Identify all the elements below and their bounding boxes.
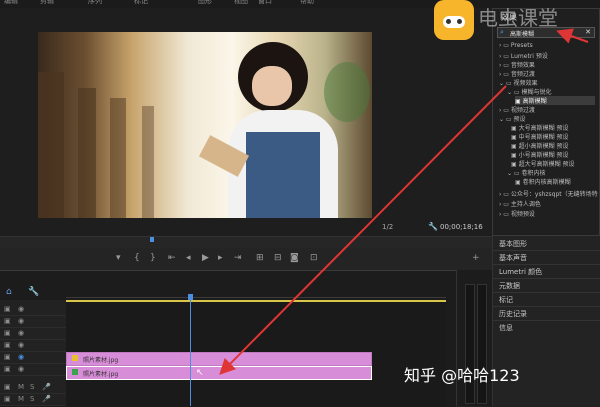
tree-effect-selected[interactable]: ▣ 高斯模糊 xyxy=(515,96,595,105)
menu-item[interactable]: 标记 xyxy=(134,0,148,6)
cursor-icon: ↖ xyxy=(196,368,204,378)
tree-effect[interactable]: ▣ 卷积内核高斯模糊 xyxy=(515,177,571,186)
out-point-icon[interactable]: } xyxy=(150,253,156,263)
panel-tab[interactable]: 基本图形 xyxy=(499,239,527,249)
go-to-in-icon[interactable]: ⇤ xyxy=(168,253,176,263)
track-header[interactable]: ▣ ◉ xyxy=(0,304,66,316)
tree-folder[interactable]: › ▭ Lumetri 预设 xyxy=(499,51,548,60)
tree-effect[interactable]: ▣ 中号高斯模糊 预设 xyxy=(511,132,569,141)
timecode: 00;00;18;16 xyxy=(440,223,483,231)
panel-tab[interactable]: 标记 xyxy=(499,295,513,305)
tree-effect[interactable]: ▣ 大号高斯模糊 预设 xyxy=(511,123,569,132)
audio-track-header[interactable]: ▣ M S 🎤 xyxy=(0,382,66,394)
playhead-handle[interactable] xyxy=(188,294,193,300)
fx-badge-icon xyxy=(72,355,78,361)
tree-effect[interactable]: ▣ 小号高斯模糊 预设 xyxy=(511,150,569,159)
in-point-icon[interactable]: { xyxy=(134,253,140,263)
track-header[interactable]: ▣ ◉ xyxy=(0,316,66,328)
panel-tab[interactable]: 基本声音 xyxy=(499,253,527,263)
play-icon[interactable]: ▶ xyxy=(202,253,209,263)
step-forward-icon[interactable]: ▸ xyxy=(218,253,223,263)
tree-folder[interactable]: › ▭ 公众号：yshzsqpt（无缝转场特 xyxy=(499,189,598,198)
menu-item[interactable]: 帮助 xyxy=(300,0,314,6)
fx-badge-icon xyxy=(72,369,78,375)
timeline-ruler[interactable] xyxy=(66,285,446,298)
extract-icon[interactable]: ⊟ xyxy=(274,253,282,263)
tree-effect[interactable]: ▣ 超大号高斯模糊 预设 xyxy=(511,159,575,168)
effects-panel: 效果 ⌕ 高斯模糊 ✕ › ▭ Presets › ▭ Lumetri 预设 ›… xyxy=(492,8,600,236)
menu-item[interactable]: 窗口 xyxy=(258,0,272,6)
camera-icon[interactable]: ◙ xyxy=(290,253,299,263)
tree-folder[interactable]: › ▭ Presets xyxy=(499,42,533,49)
menu-item[interactable]: 视图 xyxy=(234,0,248,6)
clear-icon[interactable]: ✕ xyxy=(585,28,591,36)
tree-folder[interactable]: › ▭ 主持人调色 xyxy=(499,199,541,208)
track-headers: ▣ ◉ ▣ ◉ ▣ ◉ ▣ ◉ ▣ ◉ ▣ ◉ ▣ M S 🎤 ▣ M S 🎤 xyxy=(0,300,66,406)
tree-folder[interactable]: › ▭ 视频过渡 xyxy=(499,105,535,114)
go-to-out-icon[interactable]: ⇥ xyxy=(234,253,242,263)
menu-item[interactable]: 图形 xyxy=(198,0,212,6)
tree-folder[interactable]: ⌄ ▭ 预设 xyxy=(499,114,526,123)
panel-tab[interactable]: 信息 xyxy=(499,323,513,333)
track-header[interactable]: ▣ ◉ xyxy=(0,364,66,376)
track-header[interactable]: ▣ ◉ xyxy=(0,352,66,364)
panel-tab[interactable]: 历史记录 xyxy=(499,309,527,319)
work-area-bar[interactable] xyxy=(66,300,446,302)
track-header[interactable]: ▣ ◉ xyxy=(0,340,66,352)
tree-folder[interactable]: ⌄ ▭ 卷积内核 xyxy=(507,168,546,177)
snap-icon[interactable]: ⌂ xyxy=(6,287,12,297)
tree-folder[interactable]: › ▭ 视频预设 xyxy=(499,209,535,218)
tree-folder[interactable]: ⌄ ▭ 模糊与锐化 xyxy=(507,87,552,96)
wrench-icon[interactable]: 🔧 xyxy=(28,287,39,297)
tree-folder[interactable]: ⌄ ▭ 视频效果 xyxy=(499,78,538,87)
track-header[interactable]: ▣ ◉ xyxy=(0,328,66,340)
transport-bar: ▾ { } ⇤ ◂ ▶ ▸ ⇥ ⊞ ⊟ ◙ ⊡ + xyxy=(0,248,492,270)
monitor-controls: 1/2 🔧 00;00;18;16 xyxy=(0,222,492,236)
scrubber-playhead[interactable] xyxy=(150,237,154,242)
audio-track-header[interactable]: ▣ M S 🎤 xyxy=(0,394,66,406)
marker-icon[interactable]: ▾ xyxy=(116,253,121,263)
watermark: 知乎 @哈哈123 xyxy=(404,366,520,385)
brand-name: 电虫课堂 xyxy=(478,6,558,30)
timeline-clip[interactable]: 照片素材.jpg xyxy=(66,352,372,366)
wrench-icon[interactable]: 🔧 xyxy=(428,222,438,231)
brand-logo xyxy=(434,0,474,40)
button-editor-icon[interactable]: ⊡ xyxy=(310,253,318,263)
fit-select[interactable]: 1/2 xyxy=(382,223,393,231)
menu-item[interactable]: 编辑 xyxy=(4,0,18,6)
lift-icon[interactable]: ⊞ xyxy=(256,253,264,263)
menu-item[interactable]: 剪辑 xyxy=(40,0,54,6)
step-back-icon[interactable]: ◂ xyxy=(186,253,191,263)
add-button-icon[interactable]: + xyxy=(472,253,480,263)
timeline-clip-selected[interactable]: 照片素材.jpg xyxy=(66,366,372,380)
timeline-playhead[interactable] xyxy=(190,296,191,406)
video-preview xyxy=(38,32,372,218)
panel-tab[interactable]: 元数据 xyxy=(499,281,520,291)
tree-effect[interactable]: ▣ 超小高斯模糊 预设 xyxy=(511,141,569,150)
menu-item[interactable]: 序列 xyxy=(88,0,102,6)
panel-tab[interactable]: Lumetri 颜色 xyxy=(499,267,542,277)
tree-folder[interactable]: › ▭ 音频效果 xyxy=(499,60,535,69)
tree-folder[interactable]: › ▭ 音频过渡 xyxy=(499,69,535,78)
